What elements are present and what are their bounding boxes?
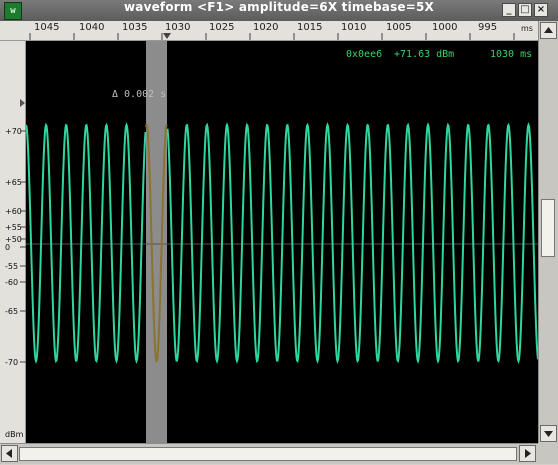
waveform-plot[interactable]: Δ 0.002 s 0x0ee6 +71.63 dBm 1030 ms xyxy=(26,41,538,443)
scroll-down-button[interactable] xyxy=(540,425,557,442)
y-tick-label: -65 xyxy=(5,307,19,316)
minimize-button[interactable]: _ xyxy=(502,3,516,17)
scroll-right-icon xyxy=(525,449,531,458)
level-readout: +71.63 dBm xyxy=(394,49,455,60)
delta-time-label: Δ 0.002 s xyxy=(112,89,167,100)
horizontal-scroll-thumb[interactable] xyxy=(19,447,517,461)
title-bar[interactable]: w waveform <F1> amplitude=6X timebase=5X… xyxy=(0,0,558,22)
time-ruler[interactable]: 1045 1040 1035 1030 1025 1020 1015 1010 … xyxy=(0,21,538,41)
time-readout: 1030 ms xyxy=(490,49,533,60)
y-tick-label: -55 xyxy=(5,262,19,271)
vertical-scrollbar[interactable] xyxy=(538,21,558,443)
scrollbar-corner xyxy=(538,443,558,464)
level-marker-icon xyxy=(20,99,25,107)
y-axis-ticks xyxy=(20,99,26,363)
cursor-marker-icon xyxy=(163,33,171,39)
scroll-up-button[interactable] xyxy=(540,22,557,39)
scroll-right-button[interactable] xyxy=(519,445,536,462)
y-tick-label: -60 xyxy=(5,278,19,287)
scroll-left-button[interactable] xyxy=(1,445,18,462)
sample-address-readout: 0x0ee6 xyxy=(346,49,383,60)
scroll-up-icon xyxy=(544,27,553,33)
maximize-button[interactable]: □ xyxy=(518,3,532,17)
close-button[interactable]: × xyxy=(534,3,548,17)
waveform-canvas xyxy=(26,41,538,443)
selection-highlight xyxy=(146,41,167,443)
y-tick-label: 0 xyxy=(5,243,11,252)
y-tick-label: -70 xyxy=(5,358,19,367)
waveform-trace xyxy=(26,122,538,364)
scroll-left-icon xyxy=(6,449,12,458)
vertical-scroll-thumb[interactable] xyxy=(541,199,555,257)
ruler-ticks xyxy=(29,33,515,40)
horizontal-scrollbar[interactable] xyxy=(0,443,538,464)
window-title: waveform <F1> amplitude=6X timebase=5X xyxy=(123,0,435,14)
amplitude-axis: +70 +65 +60 +55 +50 0 -55 -60 -65 -70 dB… xyxy=(0,41,26,443)
scroll-down-icon xyxy=(544,431,553,437)
